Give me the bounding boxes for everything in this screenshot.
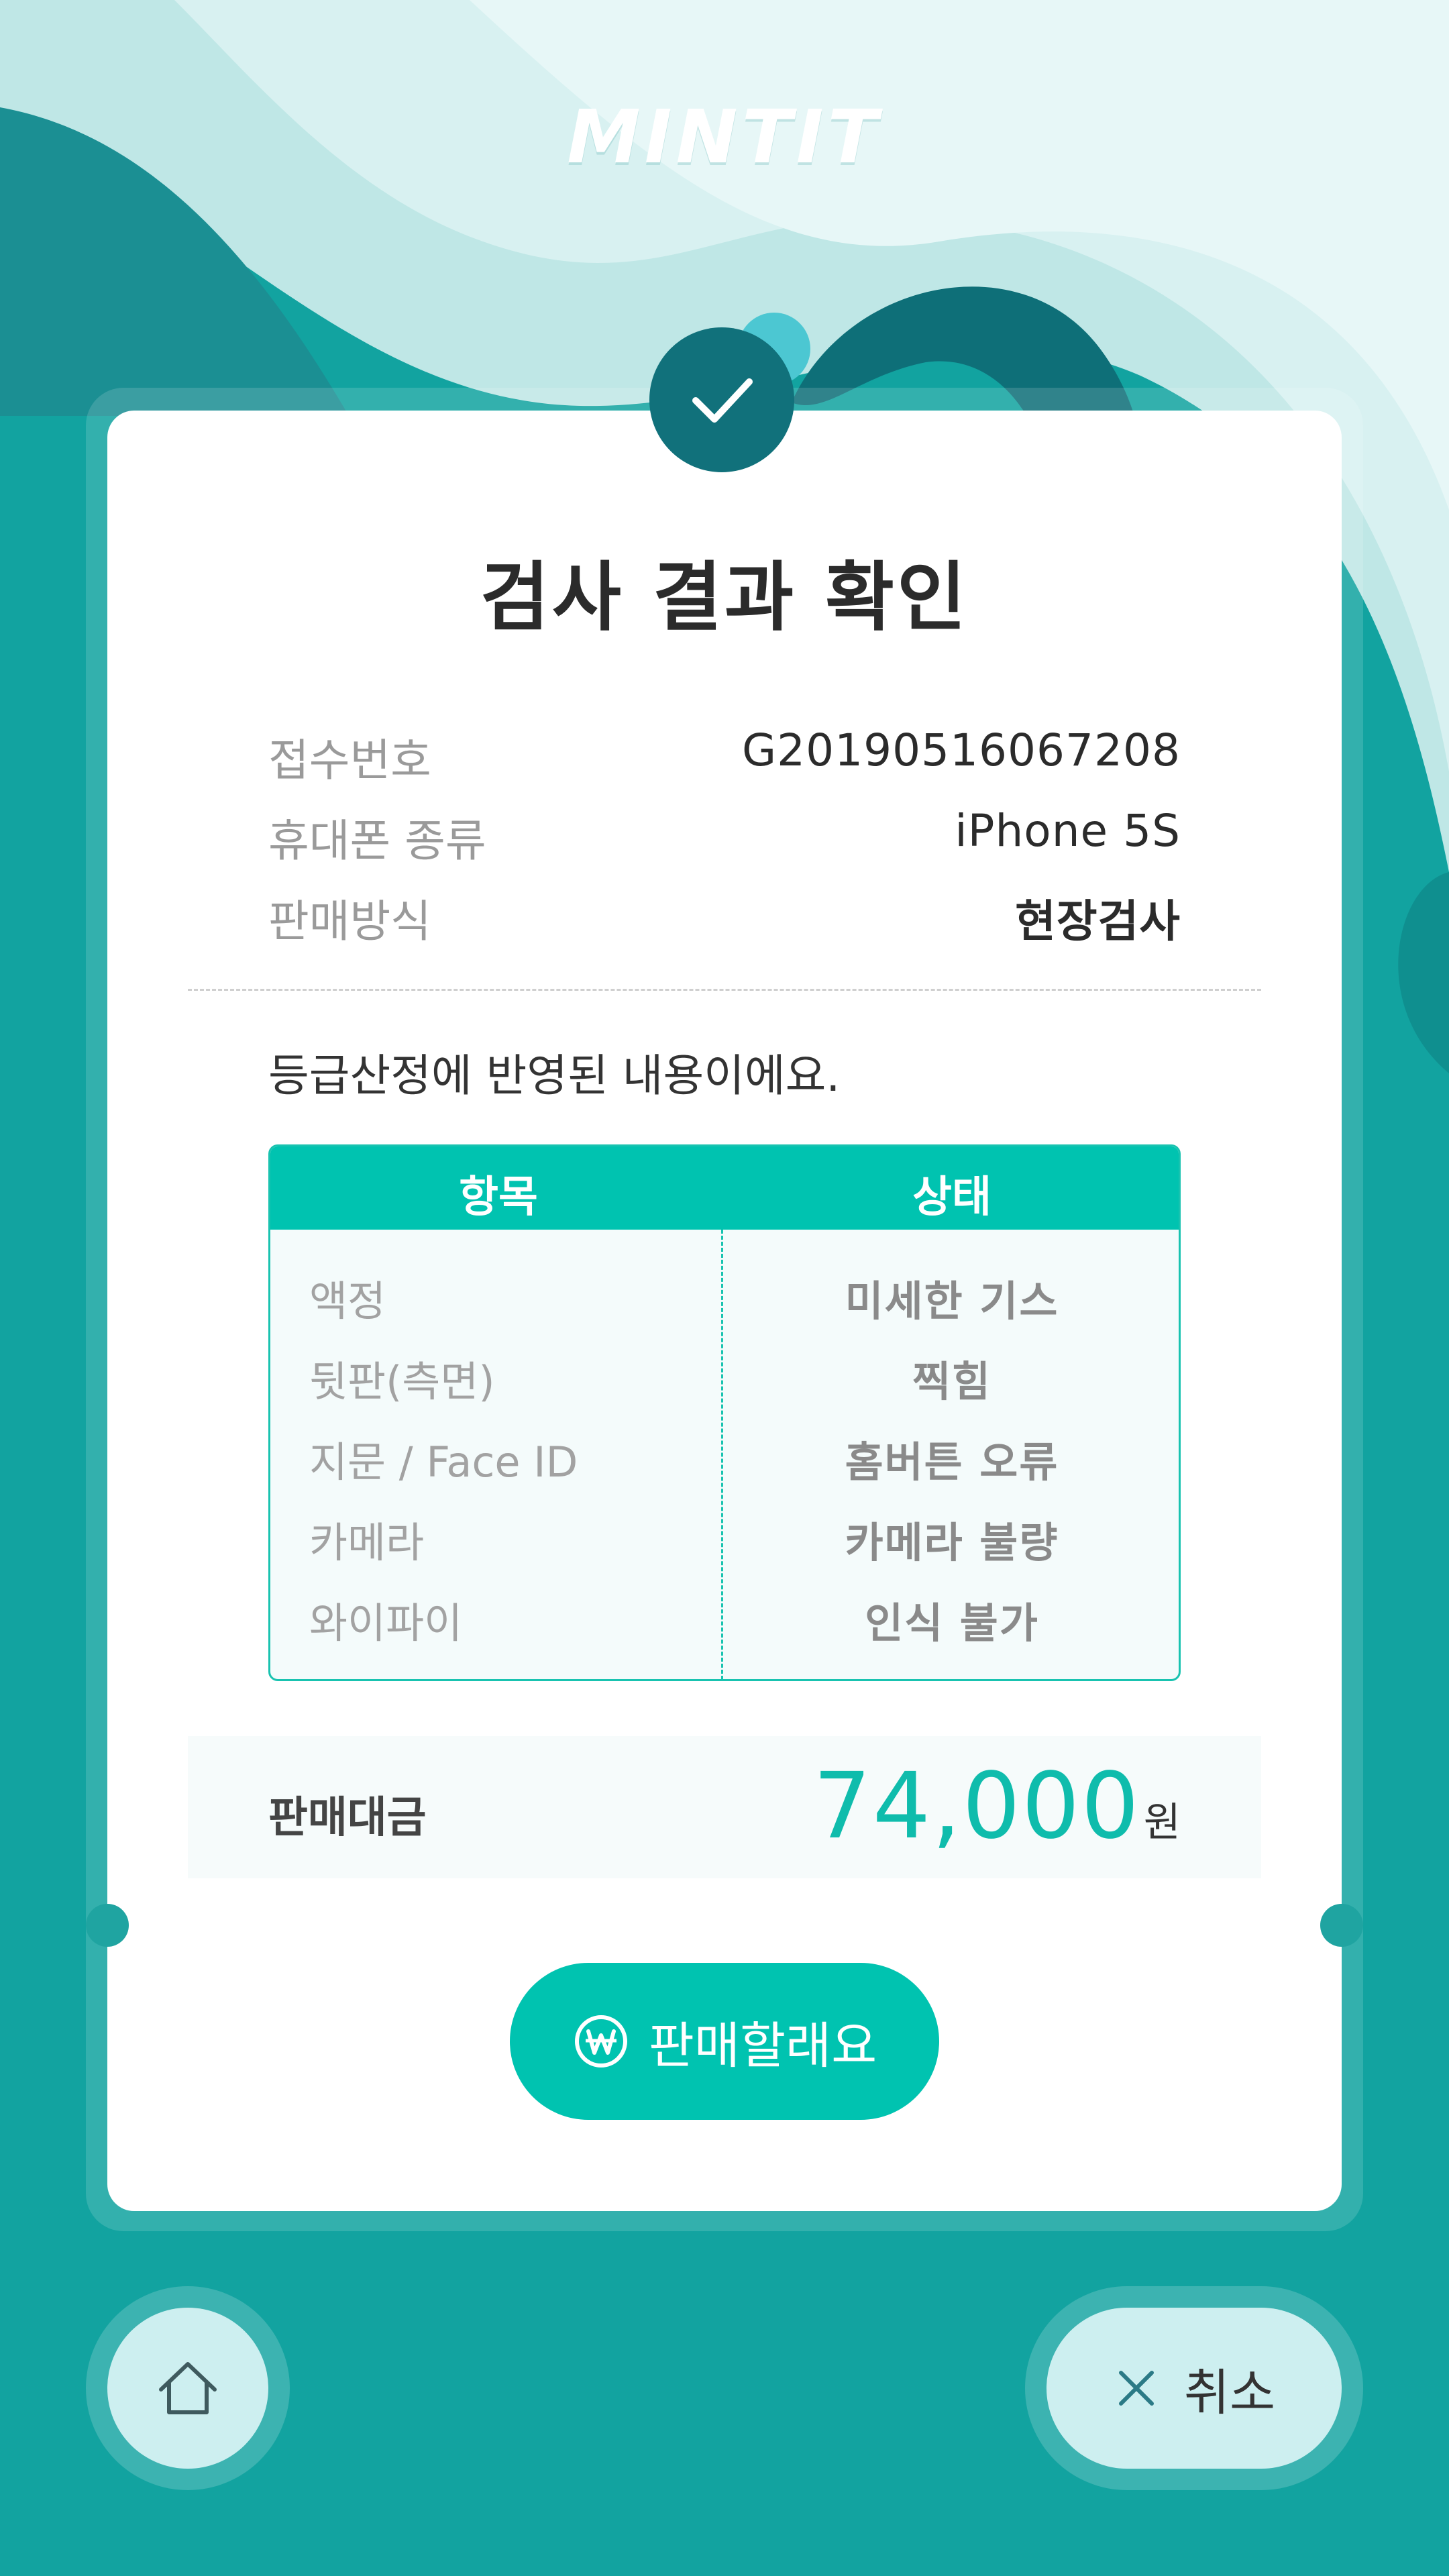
sell-button-label: 판매할래요 — [648, 2017, 877, 2075]
home-button[interactable] — [107, 2308, 268, 2469]
price-label: 판매대금 — [268, 1793, 427, 1843]
row-item: 와이파이 — [309, 1599, 463, 1648]
row-item: 액정 — [309, 1277, 386, 1326]
price-box: 판매대금 74,000 원 — [188, 1736, 1261, 1878]
table-row: 뒷판(측면) 찍힘 — [270, 1348, 1179, 1415]
won-icon — [574, 2015, 627, 2068]
column-header-status: 상태 — [912, 1173, 991, 1222]
home-icon — [159, 2362, 217, 2414]
row-status: 홈버튼 오류 — [845, 1438, 1059, 1487]
info-value: 현장검사 — [1015, 896, 1181, 947]
price-unit: 원 — [1143, 1799, 1181, 1846]
table-row: 액정 미세한 기스 — [270, 1267, 1179, 1334]
column-header-item: 항목 — [459, 1173, 538, 1222]
price-amount: 74,000 — [813, 1754, 1140, 1860]
divider — [188, 989, 1261, 991]
row-item: 카메라 — [309, 1518, 425, 1567]
ticket-notch-left — [86, 1904, 129, 1947]
row-status: 카메라 불량 — [845, 1518, 1059, 1567]
row-status: 미세한 기스 — [845, 1277, 1059, 1326]
table-row: 지문 / Face ID 홈버튼 오류 — [270, 1428, 1179, 1495]
info-row-phone: 휴대폰 종류 iPhone 5S — [268, 805, 1181, 867]
row-status: 찍힘 — [912, 1357, 992, 1406]
check-icon — [692, 378, 753, 423]
inspection-table: 항목 상태 액정 미세한 기스 뒷판(측면) 찍힘 지문 / Face ID 홈… — [268, 1144, 1181, 1681]
info-value: G20190516067208 — [741, 724, 1181, 776]
info-label: 접수번호 — [268, 735, 431, 786]
info-row-receipt: 접수번호 G20190516067208 — [268, 724, 1181, 786]
table-header: 항목 상태 — [270, 1146, 1179, 1230]
info-value: iPhone 5S — [955, 805, 1181, 857]
info-row-method: 판매방식 현장검사 — [268, 885, 1181, 947]
table-row: 와이파이 인식 불가 — [270, 1589, 1179, 1656]
row-status: 인식 불가 — [865, 1599, 1039, 1648]
row-item: 뒷판(측면) — [309, 1357, 495, 1406]
cancel-button[interactable]: 취소 — [1046, 2308, 1342, 2469]
info-label: 휴대폰 종류 — [268, 815, 486, 867]
brand-logo: MINTIT — [567, 94, 882, 180]
sell-button[interactable]: 판매할래요 — [510, 1963, 939, 2120]
row-item: 지문 / Face ID — [309, 1438, 578, 1487]
ticket-notch-right — [1320, 1904, 1363, 1947]
table-row: 카메라 카메라 불량 — [270, 1509, 1179, 1576]
grade-note: 등급산정에 반영된 내용이에요. — [268, 1050, 841, 1102]
check-badge — [649, 327, 794, 472]
close-icon — [1118, 2371, 1154, 2406]
cancel-button-label: 취소 — [1183, 2363, 1276, 2422]
page-title: 검사 결과 확인 — [480, 554, 969, 641]
info-label: 판매방식 — [268, 896, 431, 947]
